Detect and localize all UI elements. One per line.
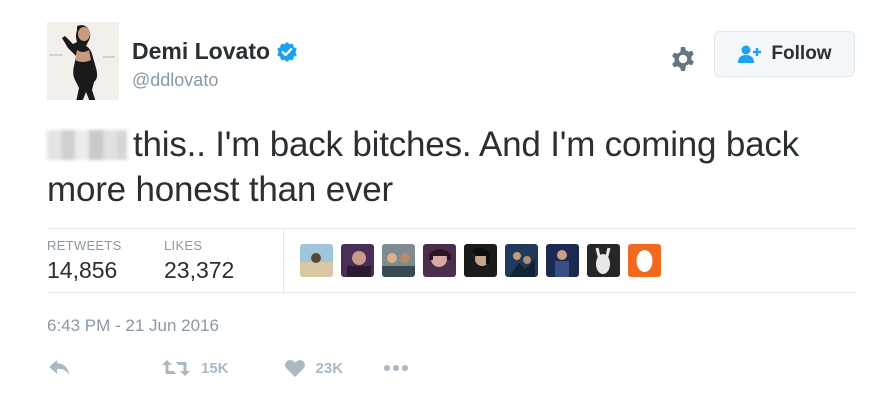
divider-top xyxy=(47,228,855,229)
like-button[interactable]: 23K xyxy=(284,358,344,378)
reply-icon xyxy=(49,360,69,375)
divider-bottom xyxy=(47,292,855,293)
retweets-count[interactable]: 14,856 xyxy=(47,257,117,284)
liker-avatar[interactable] xyxy=(382,244,415,277)
liker-avatar[interactable] xyxy=(546,244,579,277)
liker-avatar[interactable] xyxy=(587,244,620,277)
more-button[interactable] xyxy=(383,364,409,372)
liker-avatar[interactable] xyxy=(300,244,333,277)
display-name-text[interactable]: Demi Lovato xyxy=(132,38,270,65)
liker-avatar[interactable] xyxy=(341,244,374,277)
like-count: 23K xyxy=(315,359,344,377)
liker-avatar[interactable] xyxy=(505,244,538,277)
retweets-label[interactable]: RETWEETS xyxy=(47,238,122,253)
heart-icon xyxy=(284,359,305,377)
tweet-text: this.. I'm back bitches. And I'm coming … xyxy=(47,122,867,212)
verified-badge-icon xyxy=(276,41,298,63)
tweet-timestamp[interactable]: 6:43 PM - 21 Jun 2016 xyxy=(47,316,219,336)
more-icon xyxy=(384,365,409,371)
gear-icon[interactable] xyxy=(668,44,698,74)
user-handle[interactable]: @ddlovato xyxy=(132,70,218,91)
liker-avatar[interactable] xyxy=(423,244,456,277)
tweet-body: this.. I'm back bitches. And I'm coming … xyxy=(47,125,799,209)
follow-button[interactable]: Follow xyxy=(714,31,855,77)
liker-avatar[interactable] xyxy=(628,244,661,277)
likes-label[interactable]: LIKES xyxy=(164,238,202,253)
stats-separator xyxy=(283,228,284,292)
reply-button[interactable] xyxy=(47,358,71,378)
display-name[interactable]: Demi Lovato xyxy=(132,38,298,65)
liker-avatar[interactable] xyxy=(464,244,497,277)
retweet-button[interactable]: 15K xyxy=(161,358,229,378)
follow-label: Follow xyxy=(771,43,832,64)
retweet-icon xyxy=(162,360,190,376)
redacted-text xyxy=(47,130,127,160)
add-user-icon xyxy=(738,45,762,63)
avatar[interactable] xyxy=(47,22,119,100)
liker-avatars xyxy=(300,244,669,277)
tweet-actions: 15K 23K xyxy=(47,358,409,378)
likes-count[interactable]: 23,372 xyxy=(164,257,234,284)
retweet-count: 15K xyxy=(201,359,229,377)
